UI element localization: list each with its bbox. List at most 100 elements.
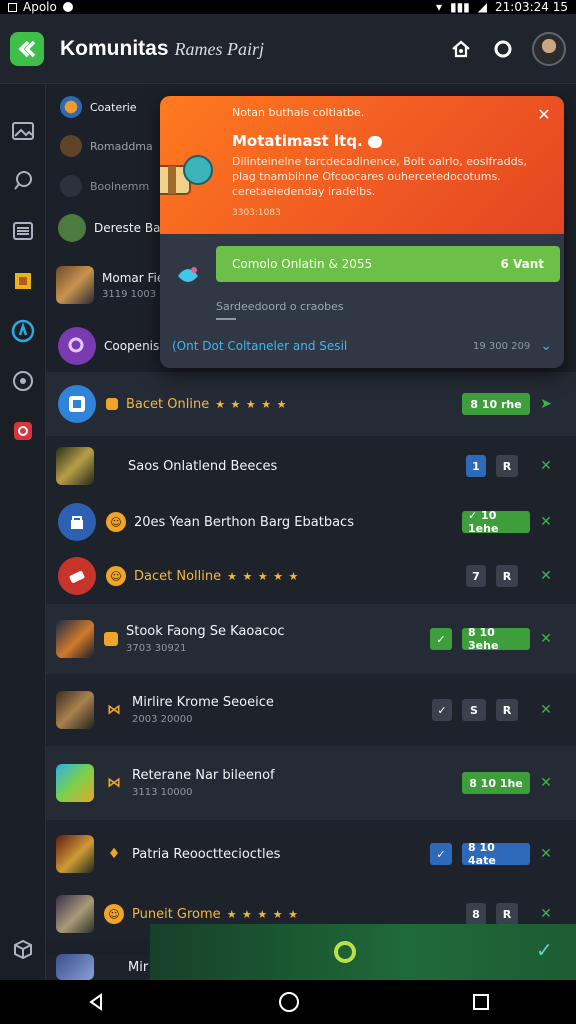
controller-icon (178, 267, 198, 282)
footer-link[interactable]: (Ont Dot Coltaneler and Sesil (172, 339, 347, 353)
table-row[interactable]: ☺ Dacet Nolline ★ ★ ★ ★ ★ 7 R ✕ (46, 548, 576, 604)
game-icon (60, 135, 82, 157)
game-thumbnail (56, 266, 94, 304)
table-row[interactable]: Stook Faong Se Kaoacoc 3703 30921 ✓ 8 10… (46, 604, 576, 674)
close-icon[interactable]: ✕ (538, 514, 554, 530)
check-badge[interactable]: ✓ (430, 628, 452, 650)
item-label: Coopenis (104, 339, 160, 353)
item-label: Dereste Bac (94, 221, 168, 235)
avatar[interactable] (532, 31, 566, 66)
tag-icon (104, 632, 118, 646)
battery-icon: ◢ (477, 0, 488, 14)
title-subtitle: Rames Pairj (174, 38, 265, 59)
table-row[interactable]: ☺ 20es Yean Berthon Barg Ebatbacs ✓ 10 1… (46, 496, 576, 548)
trophy-icon[interactable] (10, 268, 36, 294)
game-icon (58, 327, 96, 365)
wifi-icon: ▾ (435, 0, 442, 14)
list-item[interactable]: Coaterie (46, 94, 156, 120)
play-circle-icon[interactable] (334, 941, 356, 963)
table-row[interactable]: Saos Onlatlend Beeces 1 R ✕ (46, 436, 576, 496)
signal-icon: ▮▮▮ (449, 0, 470, 14)
chevron-down-icon[interactable]: ⌄ (540, 338, 552, 354)
gift-icon (160, 155, 213, 195)
item-label: Romaddma (90, 139, 153, 153)
status-bar: Apolo ▾ ▮▮▮ ◢ 21:03:24 15 (0, 0, 576, 14)
flame-icon: ♦ (107, 846, 121, 862)
list-item[interactable]: Boolnemm (46, 172, 156, 200)
check-badge[interactable]: ✓ (430, 843, 452, 865)
home-icon[interactable] (448, 36, 474, 62)
row-title: Stook Faong Se Kaoacoc (126, 624, 285, 639)
notification-icon (8, 2, 17, 12)
box-icon[interactable] (10, 936, 36, 962)
app-logo-icon[interactable] (10, 31, 44, 66)
list-item[interactable]: Momar Fie 3119 1003 (46, 262, 164, 308)
explore-icon[interactable] (10, 368, 36, 394)
table-row[interactable]: Bacet Online ★ ★ ★ ★ ★ 8 10 rhe ➤ (46, 372, 576, 436)
item-label: Momar Fie (102, 270, 165, 285)
row-title: Mir (128, 959, 149, 975)
community-icon[interactable] (10, 318, 36, 344)
row-title: Puneit Grome (132, 906, 221, 922)
popup-title: Motatimast ltq. (232, 132, 382, 150)
close-icon[interactable]: ✕ (538, 458, 554, 474)
game-icon (58, 557, 96, 595)
popup-secondary: Sardeedoord o craobes (216, 300, 344, 313)
bubble-icon (367, 135, 382, 148)
play-button[interactable]: Comolo Onlatin & 2055 6 Vant (216, 246, 560, 282)
recents-icon[interactable] (472, 993, 490, 1011)
status-badge: R (496, 699, 518, 721)
table-row[interactable]: ⋈ Mirlire Krome Seoeice 2003 20000 ✓ S R… (46, 674, 576, 746)
sync-icon (62, 2, 73, 12)
list-item[interactable]: Coopenis (46, 324, 160, 368)
play-button-count: 6 Vant (500, 257, 544, 271)
popup-description: Dilinteinelne tarcdecadinence, Bolt oalr… (232, 155, 527, 198)
game-thumbnail (56, 764, 94, 802)
row-title: 20es Yean Berthon Barg Ebatbacs (134, 514, 354, 530)
record-icon[interactable] (10, 418, 36, 444)
table-row[interactable]: ⋈ Reterane Nar bileenof 3113 10000 8 10 … (46, 746, 576, 820)
status-badge: R (496, 903, 518, 925)
game-icon (60, 96, 82, 118)
list-icon[interactable] (10, 218, 36, 244)
row-title: Bacet Online (126, 396, 210, 412)
home-circle-icon[interactable] (278, 991, 300, 1013)
close-icon[interactable]: ✕ (538, 568, 554, 584)
bow-icon: ⋈ (107, 775, 121, 791)
game-icon (58, 503, 96, 541)
game-icon (60, 175, 82, 197)
send-icon[interactable]: ➤ (538, 396, 554, 412)
back-icon[interactable] (86, 992, 106, 1012)
item-sub: 3119 1003 (102, 288, 157, 300)
check-icon[interactable]: ✓ (536, 938, 553, 962)
popup-banner: Notan buthais coltiatbe. Motatimast ltq.… (160, 96, 564, 234)
check-badge[interactable]: ✓ (432, 699, 452, 721)
search-icon[interactable] (490, 36, 516, 62)
close-icon[interactable]: ✕ (538, 631, 554, 647)
chat-icon[interactable] (10, 168, 36, 194)
popup-footer[interactable]: (Ont Dot Coltaneler and Sesil 19 300 209… (172, 338, 552, 354)
gallery-icon[interactable] (10, 118, 36, 144)
close-icon[interactable]: ✕ (538, 846, 554, 862)
bottom-action-bar[interactable]: ✓ (150, 924, 576, 980)
status-badge: ✓ 10 1ehe (462, 509, 530, 535)
close-icon[interactable]: ✕ (538, 775, 554, 791)
divider (216, 318, 236, 320)
list-item[interactable]: Romaddma (46, 132, 156, 160)
play-button-label: Comolo Onlatin & 2055 (232, 257, 373, 271)
list-item[interactable]: Dereste Bac (46, 212, 167, 244)
system-nav-bar (0, 980, 576, 1024)
game-thumbnail (56, 447, 94, 485)
close-icon[interactable]: ✕ (538, 906, 554, 922)
close-icon[interactable]: ✕ (538, 702, 554, 718)
row-subtitle: 2003 20000 (132, 714, 193, 725)
game-thumbnail (56, 691, 94, 729)
page-title: Komunitas Rames Pairj (60, 37, 264, 61)
close-icon[interactable]: ✕ (534, 104, 554, 124)
table-row[interactable]: ♦ Patria Reoocttecioctles ✓ 8 10 4ate ✕ (46, 820, 576, 888)
clock: 21:03:24 15 (495, 0, 568, 14)
tag-icon (106, 398, 118, 410)
game-icon (58, 214, 86, 242)
rank-badge: 7 (466, 565, 486, 587)
status-badge: 8 10 3ehe (462, 626, 530, 652)
